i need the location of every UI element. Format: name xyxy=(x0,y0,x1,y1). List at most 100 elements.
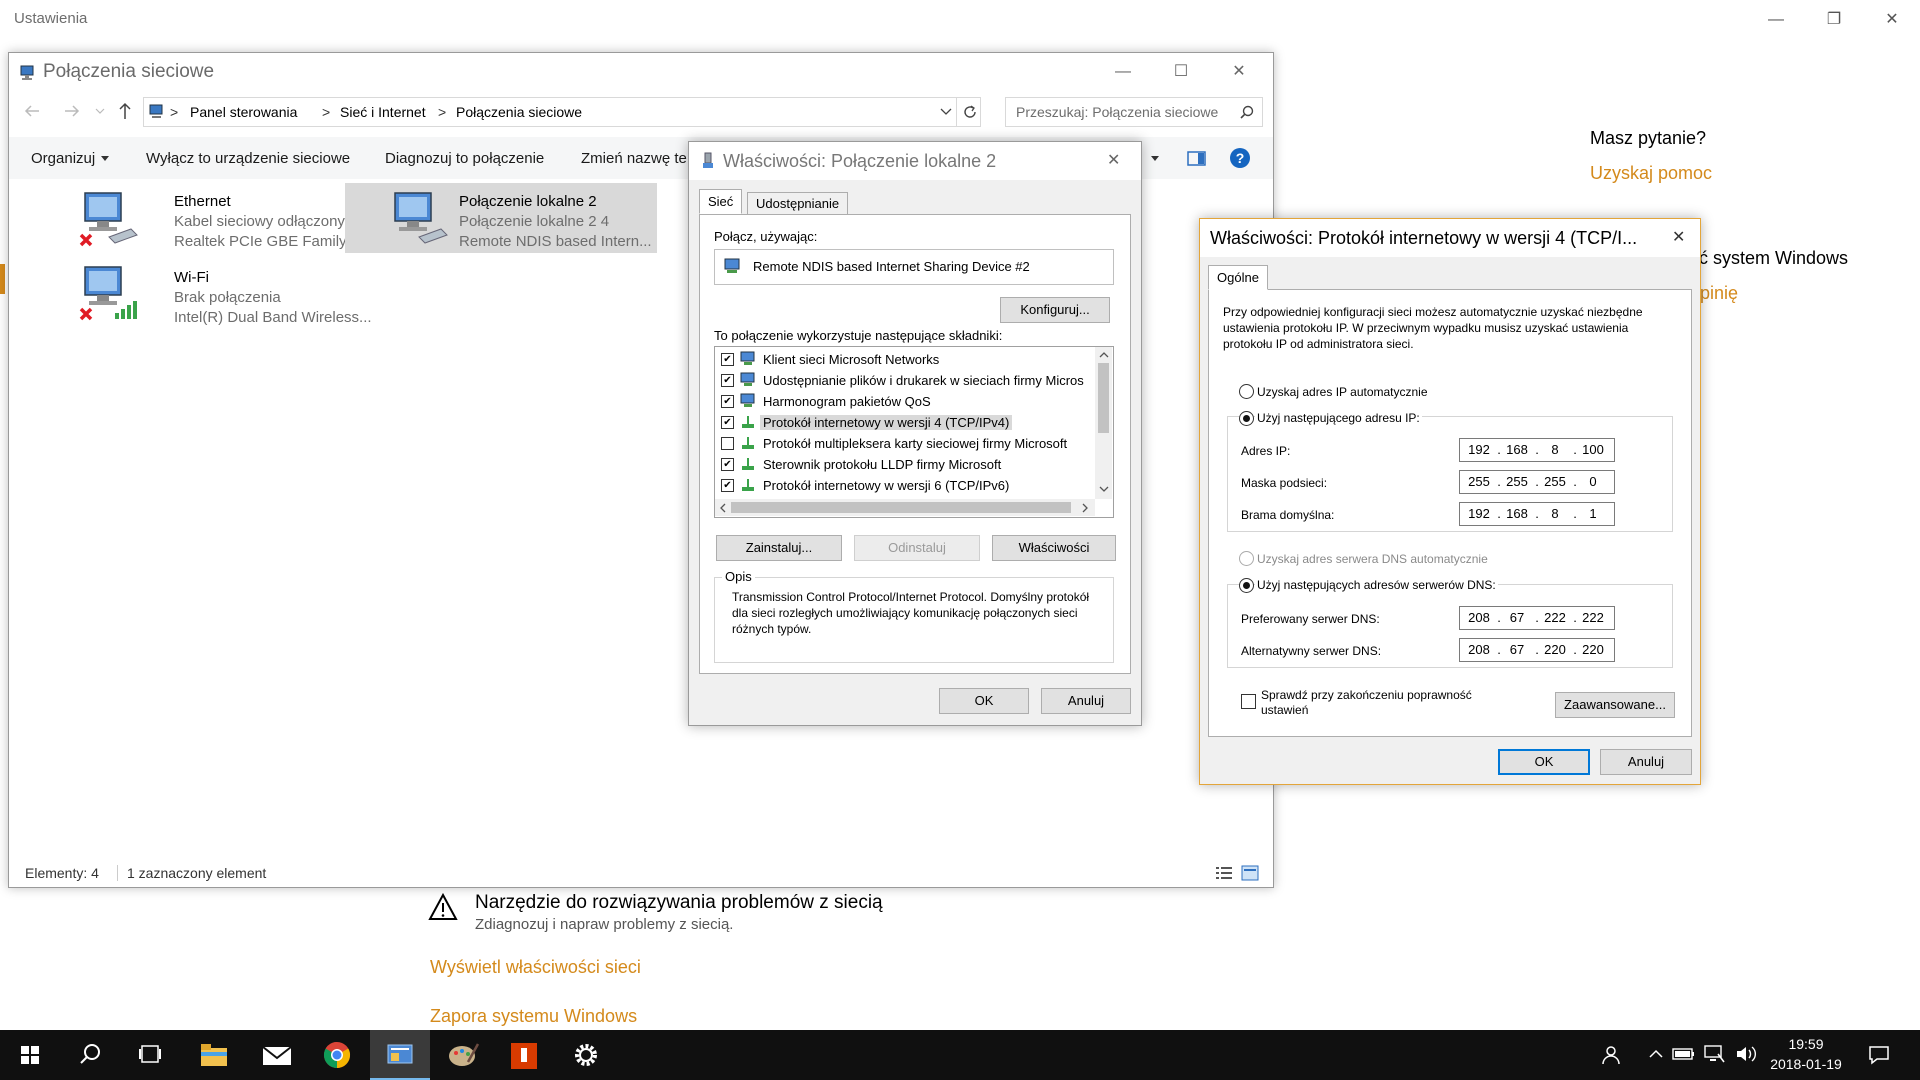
list-item[interactable]: ✔ Harmonogram pakietów QoS xyxy=(721,392,1081,412)
connection-wifi[interactable]: Wi-Fi Brak połączenia Intel(R) Dual Band… xyxy=(49,259,372,329)
show-hidden-icons-chevron-icon[interactable] xyxy=(1648,1048,1664,1060)
settings-maximize-button[interactable]: ❐ xyxy=(1814,6,1854,34)
mail-icon[interactable] xyxy=(246,1030,306,1080)
network-icon[interactable] xyxy=(1702,1044,1726,1064)
components-list[interactable]: ✔ Klient sieci Microsoft Networks ✔ Udostę… xyxy=(714,346,1114,518)
battery-icon[interactable] xyxy=(1672,1046,1696,1062)
recent-chevron-icon[interactable] xyxy=(95,105,105,117)
checkbox[interactable] xyxy=(721,437,734,450)
checkbox[interactable]: ✔ xyxy=(721,395,734,408)
scroll-up-icon[interactable] xyxy=(1099,351,1109,359)
connection-ethernet[interactable]: Ethernet Kabel sieciowy odłączony Realte… xyxy=(49,183,382,253)
breadcrumb-network-connections[interactable]: Połączenia sieciowe xyxy=(456,104,582,120)
list-item[interactable]: ✔ Klient sieci Microsoft Networks xyxy=(721,350,1081,370)
advanced-button[interactable]: Zaawansowane... xyxy=(1555,692,1675,718)
view-options-chevron-icon[interactable] xyxy=(1151,156,1159,162)
clock-date[interactable]: 2018-01-19 xyxy=(1766,1056,1846,1072)
clock-time[interactable]: 19:59 xyxy=(1776,1036,1836,1052)
task-view-icon[interactable] xyxy=(120,1030,180,1080)
list-item[interactable]: ✔ Protokół internetowy w wersji 6 (TCP/IP… xyxy=(721,476,1081,496)
back-arrow-icon[interactable] xyxy=(23,103,41,119)
chrome-icon[interactable] xyxy=(307,1030,367,1080)
ok-button[interactable]: OK xyxy=(939,688,1029,714)
action-center-icon[interactable] xyxy=(1868,1044,1890,1066)
ip-address-field[interactable]: 192. 168. 8. 100 xyxy=(1459,438,1615,462)
vertical-scrollbar[interactable] xyxy=(1095,347,1112,499)
organize-button[interactable]: Organizuj xyxy=(31,150,95,167)
close-button[interactable]: ✕ xyxy=(1672,227,1685,247)
search-input[interactable]: Przeszukaj: Połączenia sieciowe xyxy=(1005,97,1263,127)
windows-firewall-link[interactable]: Zapora systemu Windows xyxy=(430,1006,637,1027)
close-button[interactable]: ✕ xyxy=(1107,150,1120,170)
tab-sharing[interactable]: Udostępnianie xyxy=(747,192,849,215)
address-dropdown-icon[interactable] xyxy=(940,107,952,117)
control-panel-task[interactable] xyxy=(370,1030,430,1080)
preview-pane-icon[interactable] xyxy=(1187,151,1207,167)
tab-network[interactable]: Sieć xyxy=(699,189,743,214)
checkbox[interactable]: ✔ xyxy=(721,479,734,492)
scroll-left-icon[interactable] xyxy=(719,503,727,513)
auto-ip-radio[interactable] xyxy=(1239,384,1254,399)
view-network-properties-link[interactable]: Wyświetl właściwości sieci xyxy=(430,957,641,978)
list-item[interactable]: Protokół multipleksera karty sieciowej f… xyxy=(721,434,1081,454)
close-button[interactable]: ✕ xyxy=(1217,59,1261,85)
validate-checkbox[interactable] xyxy=(1241,694,1256,709)
help-icon[interactable]: ? xyxy=(1229,147,1251,169)
ok-button[interactable]: OK xyxy=(1498,749,1590,775)
troubleshooter-title[interactable]: Narzędzie do rozwiązywania problemów z s… xyxy=(475,892,883,914)
scroll-thumb[interactable] xyxy=(1098,363,1109,433)
rename-button[interactable]: Zmień nazwę te xyxy=(581,150,687,167)
maximize-button[interactable]: ☐ xyxy=(1159,59,1203,85)
search-icon[interactable] xyxy=(60,1030,120,1080)
cancel-button[interactable]: Anuluj xyxy=(1041,688,1131,714)
properties-button[interactable]: Właściwości xyxy=(992,535,1116,561)
checkbox[interactable]: ✔ xyxy=(721,374,734,387)
disable-device-button[interactable]: Wyłącz to urządzenie sieciowe xyxy=(146,150,350,167)
checkbox[interactable]: ✔ xyxy=(721,458,734,471)
control-panel-icon xyxy=(387,1044,413,1064)
preferred-dns-field[interactable]: 208. 67. 222. 222 xyxy=(1459,606,1615,630)
refresh-icon[interactable] xyxy=(962,104,978,120)
paint-icon[interactable] xyxy=(432,1030,492,1080)
minimize-button[interactable]: — xyxy=(1101,59,1145,85)
list-item[interactable]: ✔ Sterownik protokołu LLDP firmy Microsof… xyxy=(721,455,1081,475)
address-bar[interactable]: > Panel sterowania > Sieć i Internet > P… xyxy=(143,97,981,127)
scroll-down-icon[interactable] xyxy=(1099,485,1109,493)
subnet-mask-field[interactable]: 255. 255. 255. 0 xyxy=(1459,470,1615,494)
gateway-field[interactable]: 192. 168. 8. 1 xyxy=(1459,502,1615,526)
scroll-right-icon[interactable] xyxy=(1081,503,1089,513)
breadcrumb-control-panel[interactable]: Panel sterowania xyxy=(190,104,297,120)
configure-button[interactable]: Konfiguruj... xyxy=(1000,297,1110,323)
diagnose-button[interactable]: Diagnozuj to połączenie xyxy=(385,150,544,167)
manual-ip-radio[interactable] xyxy=(1239,411,1254,426)
volume-icon[interactable] xyxy=(1734,1044,1758,1064)
start-icon[interactable] xyxy=(0,1030,60,1080)
up-arrow-icon[interactable] xyxy=(117,101,133,121)
breadcrumb-network-internet[interactable]: Sieć i Internet xyxy=(340,104,426,120)
settings-close-button[interactable]: ✕ xyxy=(1872,6,1912,34)
cancel-button[interactable]: Anuluj xyxy=(1600,749,1692,775)
list-item-selected[interactable]: ✔ Protokół internetowy w wersji 4 (TCP/IP… xyxy=(721,413,1081,433)
preferred-dns-label: Preferowany serwer DNS: xyxy=(1241,612,1380,626)
list-item[interactable]: ✔ Udostępnianie plików i drukarek w sieci… xyxy=(721,371,1084,391)
settings-minimize-button[interactable]: — xyxy=(1756,6,1796,34)
tiles-view-icon[interactable] xyxy=(1241,865,1259,881)
checkbox[interactable]: ✔ xyxy=(721,416,734,429)
horizontal-scrollbar[interactable] xyxy=(715,499,1095,516)
people-icon[interactable] xyxy=(1600,1044,1622,1066)
settings-gear-icon[interactable] xyxy=(556,1030,616,1080)
tab-general[interactable]: Ogólne xyxy=(1208,265,1268,290)
file-explorer-icon[interactable] xyxy=(183,1030,243,1080)
details-view-icon[interactable] xyxy=(1215,865,1233,881)
dialog-title: Właściwości: Połączenie lokalne 2 xyxy=(723,151,997,171)
connection-local-2[interactable]: Połączenie lokalne 2 Połączenie lokalne … xyxy=(345,183,657,253)
alternate-dns-field[interactable]: 208. 67. 220. 220 xyxy=(1459,638,1615,662)
install-button[interactable]: Zainstaluj... xyxy=(716,535,842,561)
checkbox[interactable]: ✔ xyxy=(721,353,734,366)
forward-arrow-icon[interactable] xyxy=(63,103,81,119)
dialog-title: Właściwości: Protokół internetowy w wers… xyxy=(1210,228,1638,248)
scroll-thumb[interactable] xyxy=(731,502,1071,513)
manual-dns-radio[interactable] xyxy=(1239,578,1254,593)
get-help-link[interactable]: Uzyskaj pomoc xyxy=(1590,163,1712,184)
office-app-icon[interactable] xyxy=(494,1030,554,1080)
